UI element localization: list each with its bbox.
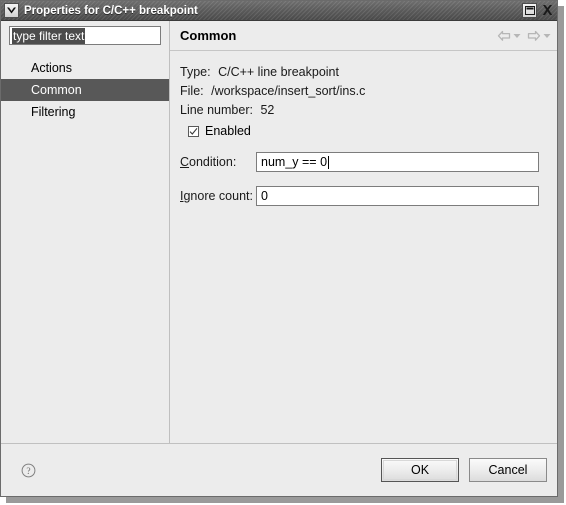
ignore-count-label: Ignore count: (180, 189, 256, 203)
dialog-button-bar: ? OK Cancel (1, 444, 557, 496)
ok-button[interactable]: OK (381, 458, 459, 482)
sidebar-item-label: Common (31, 83, 82, 97)
filter-input[interactable]: type filter text (9, 26, 161, 45)
ignore-count-row: Ignore count: 0 (180, 186, 547, 206)
enabled-checkbox[interactable] (188, 125, 199, 137)
enabled-checkbox-row[interactable]: Enabled (188, 124, 547, 138)
breakpoint-line-label: Line number: (180, 103, 253, 117)
checkmark-icon (189, 127, 198, 135)
ignore-count-input[interactable]: 0 (256, 186, 539, 206)
text-caret (328, 155, 330, 169)
filter-input-value: type filter text (12, 27, 86, 44)
page-header: Common (170, 21, 557, 51)
condition-input[interactable]: num_y == 0 (256, 152, 539, 172)
help-icon[interactable]: ? (21, 463, 36, 478)
properties-dialog: Properties for C/C++ breakpoint type fil… (0, 0, 558, 497)
ignore-count-label-rest: gnore count: (183, 189, 253, 203)
sidebar-item-common[interactable]: Common (1, 79, 169, 101)
breakpoint-file-row: File: /workspace/insert_sort/ins.c (180, 82, 547, 101)
back-button[interactable] (497, 30, 521, 42)
condition-label-mnemonic: C (180, 155, 190, 169)
forward-button[interactable] (527, 30, 551, 42)
settings-page: Common Type: C/C++ line breakpoint File:… (170, 21, 557, 443)
settings-sidebar: type filter text Actions Common Filterin… (1, 21, 169, 443)
window-menu-icon[interactable] (4, 3, 19, 18)
ignore-count-input-value: 0 (261, 189, 268, 203)
dialog-body: type filter text Actions Common Filterin… (1, 21, 557, 443)
arrow-left-icon (497, 30, 511, 42)
condition-input-value: num_y == 0 (261, 155, 328, 169)
breakpoint-type-value: C/C++ line breakpoint (218, 65, 339, 79)
maximize-button[interactable] (522, 3, 537, 18)
page-content: Type: C/C++ line breakpoint File: /works… (170, 51, 557, 443)
chevron-down-icon (513, 33, 521, 39)
sidebar-item-label: Actions (31, 61, 72, 75)
sidebar-item-label: Filtering (31, 105, 76, 119)
condition-row: Condition: num_y == 0 (180, 152, 547, 172)
arrow-right-icon (527, 30, 541, 42)
window-title: Properties for C/C++ breakpoint (24, 4, 198, 17)
chevron-down-icon (543, 33, 551, 39)
condition-label: Condition: (180, 155, 256, 169)
settings-tree: Actions Common Filtering (1, 57, 169, 123)
cancel-button-label: Cancel (488, 463, 528, 477)
breakpoint-type-label: Type: (180, 65, 211, 79)
svg-text:?: ? (26, 467, 30, 477)
breakpoint-file-value: /workspace/insert_sort/ins.c (211, 84, 366, 98)
sidebar-item-filtering[interactable]: Filtering (1, 101, 169, 123)
condition-label-rest: ondition: (189, 155, 237, 169)
sidebar-item-actions[interactable]: Actions (1, 57, 169, 79)
page-title: Common (180, 28, 237, 43)
ok-button-label: OK (410, 463, 430, 477)
close-button[interactable] (540, 3, 555, 18)
enabled-checkbox-label: Enabled (205, 124, 251, 138)
breakpoint-file-label: File: (180, 84, 204, 98)
breakpoint-line-value: 52 (260, 103, 275, 117)
title-bar[interactable]: Properties for C/C++ breakpoint (1, 1, 557, 21)
cancel-button[interactable]: Cancel (469, 458, 547, 482)
breakpoint-type-row: Type: C/C++ line breakpoint (180, 63, 547, 82)
breakpoint-line-row: Line number: 52 (180, 101, 547, 120)
